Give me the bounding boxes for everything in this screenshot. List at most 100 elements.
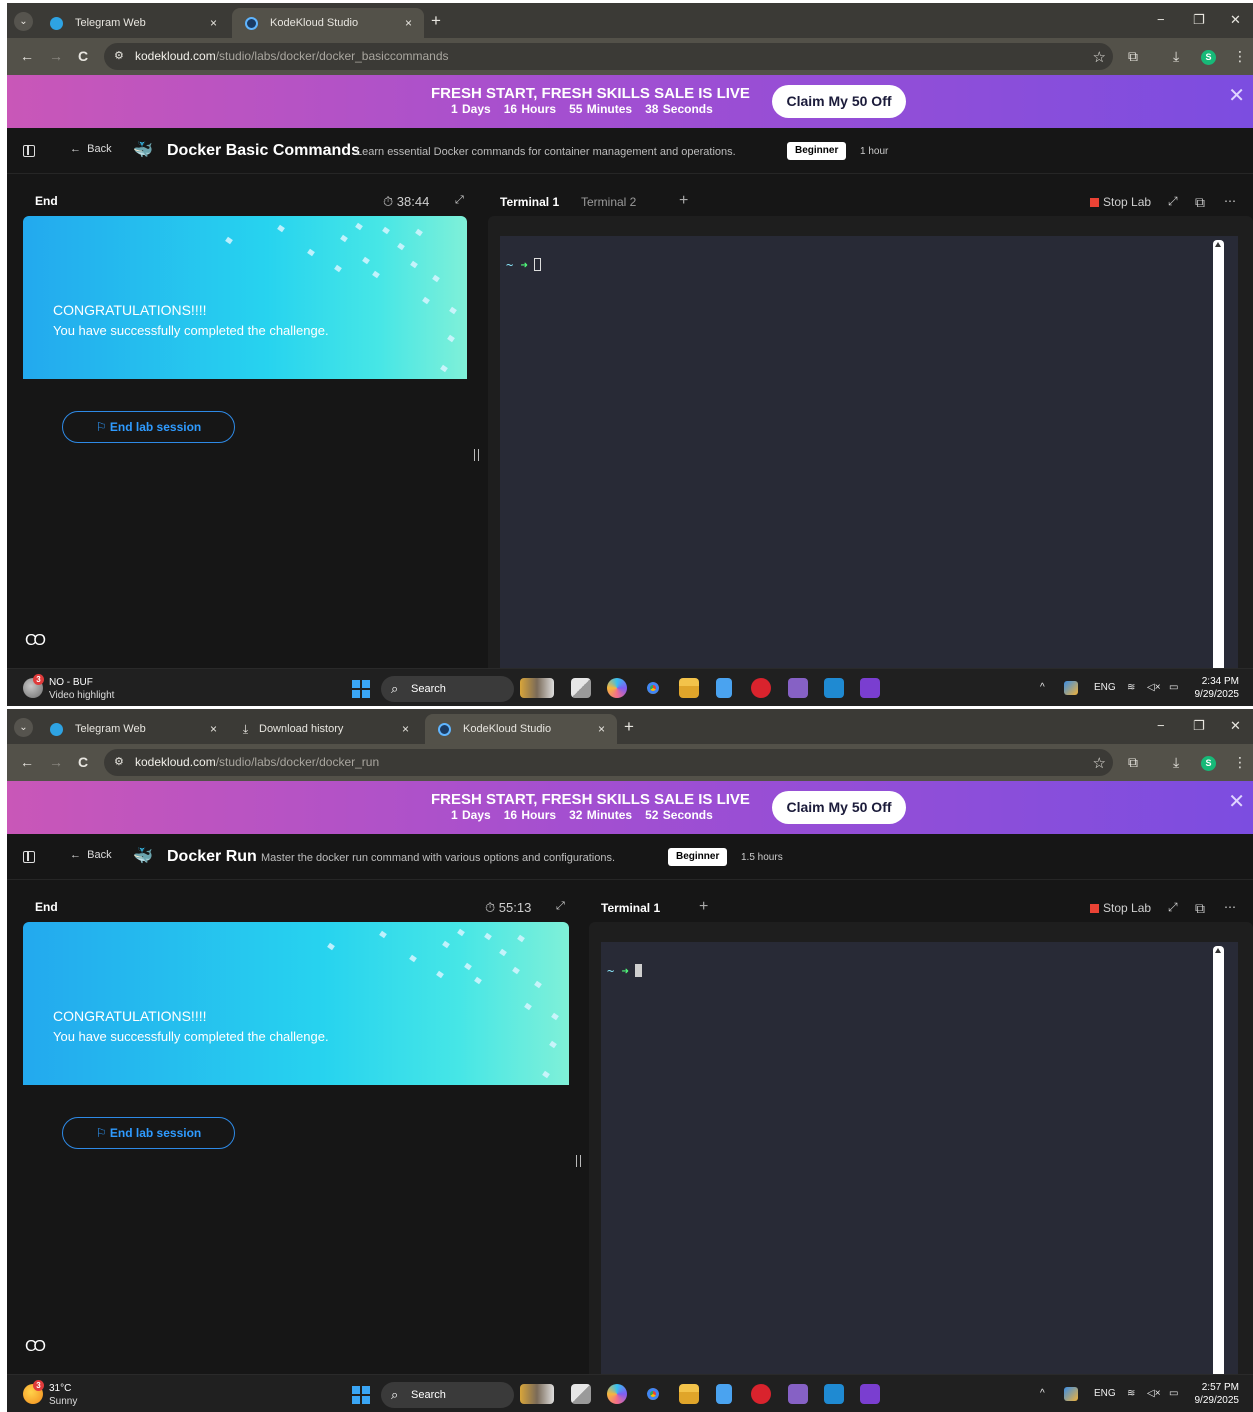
vscode-icon[interactable] [824, 678, 844, 698]
terminal-screen[interactable]: ~ ➜ [601, 942, 1238, 1382]
claim-offer-button[interactable]: Claim My 50 Off [772, 791, 906, 824]
captions-icon[interactable]: CO [25, 632, 46, 650]
restore-icon[interactable]: ❐ [1193, 718, 1205, 734]
tab-telegram[interactable]: Telegram Web × [37, 8, 229, 38]
site-settings-icon[interactable]: ⚙ [114, 49, 124, 62]
tray-app-icon[interactable] [1064, 1387, 1078, 1401]
terminal-tab-1[interactable]: Terminal 1 [500, 195, 559, 209]
terminal-scrollbar[interactable] [1213, 240, 1224, 676]
battery-icon[interactable]: ▭ [1169, 682, 1178, 693]
wifi-icon[interactable]: ≋ [1127, 682, 1135, 693]
back-button[interactable]: ← Back [70, 143, 112, 155]
onenote-icon[interactable] [860, 1384, 880, 1404]
back-button[interactable]: ← Back [70, 849, 112, 861]
browser-menu-icon[interactable]: ⋮ [1233, 754, 1247, 771]
notepad-icon[interactable] [716, 1384, 732, 1404]
back-nav-icon[interactable]: ← [20, 48, 34, 64]
tab-download-history[interactable]: ⤓ Download history × [229, 714, 421, 744]
expand-panel-icon[interactable]: ⤢ [455, 194, 464, 207]
windows-start-icon[interactable] [352, 1386, 370, 1404]
sidebar-toggle-icon[interactable] [23, 851, 35, 863]
terminal-scrollbar[interactable] [1213, 946, 1224, 1382]
volume-muted-icon[interactable]: ◁× [1147, 1388, 1161, 1399]
notepad-icon[interactable] [716, 678, 732, 698]
taskbar-date[interactable]: 9/29/2025 [1195, 689, 1240, 700]
close-tab-icon[interactable]: × [402, 714, 409, 744]
close-tab-icon[interactable]: × [598, 714, 605, 744]
close-window-icon[interactable]: ✕ [1230, 12, 1241, 28]
add-terminal-icon[interactable]: + [679, 192, 688, 210]
taskbar-date[interactable]: 9/29/2025 [1195, 1395, 1240, 1406]
windows-start-icon[interactable] [352, 680, 370, 698]
stop-lab-button[interactable]: Stop Lab [1090, 195, 1151, 209]
forward-nav-icon[interactable]: → [49, 754, 63, 770]
tab-kodekloud[interactable]: KodeKloud Studio × [232, 8, 424, 38]
back-nav-icon[interactable]: ← [20, 754, 34, 770]
close-tab-icon[interactable]: × [210, 8, 217, 38]
tray-overflow-icon[interactable]: ^ [1040, 1388, 1045, 1399]
extensions-icon[interactable]: ⧉ [1128, 48, 1138, 65]
reload-icon[interactable]: C [78, 48, 88, 64]
more-options-icon[interactable]: ⋯ [1224, 194, 1236, 208]
minimize-icon[interactable]: − [1157, 12, 1165, 27]
bookmark-star-icon[interactable]: ☆ [1093, 754, 1106, 772]
download-icon[interactable]: ⤓ [1173, 48, 1179, 65]
promo-close-icon[interactable]: ✕ [1228, 83, 1245, 108]
language-indicator[interactable]: ENG [1094, 682, 1116, 693]
task-view-icon[interactable] [571, 678, 591, 698]
language-indicator[interactable]: ENG [1094, 1388, 1116, 1399]
new-tab-icon[interactable]: + [431, 11, 441, 31]
expand-panel-icon[interactable]: ⤢ [556, 900, 565, 913]
chrome-icon[interactable] [643, 678, 663, 698]
volume-muted-icon[interactable]: ◁× [1147, 682, 1161, 693]
copilot-icon[interactable] [607, 1384, 627, 1404]
tab-telegram[interactable]: Telegram Web × [37, 714, 229, 744]
minimize-icon[interactable]: − [1157, 718, 1165, 733]
open-external-icon[interactable]: ⧉ [1195, 900, 1205, 917]
claim-offer-button[interactable]: Claim My 50 Off [772, 85, 906, 118]
file-explorer-icon[interactable] [679, 678, 699, 698]
new-tab-icon[interactable]: + [624, 717, 634, 737]
terminal-screen[interactable]: ~ ➜ [500, 236, 1238, 676]
battery-icon[interactable]: ▭ [1169, 1388, 1178, 1399]
fullscreen-icon[interactable]: ⤢ [1168, 194, 1178, 209]
widgets-app-icon[interactable] [520, 1384, 554, 1404]
add-terminal-icon[interactable]: + [699, 898, 708, 916]
pdf-app-icon[interactable] [751, 678, 771, 698]
close-window-icon[interactable]: ✕ [1230, 718, 1241, 734]
restore-icon[interactable]: ❐ [1193, 12, 1205, 28]
pdf-app-icon[interactable] [751, 1384, 771, 1404]
promo-close-icon[interactable]: ✕ [1228, 789, 1245, 814]
panel-resize-handle[interactable] [576, 1155, 581, 1167]
visual-studio-icon[interactable] [788, 1384, 808, 1404]
bookmark-star-icon[interactable]: ☆ [1093, 48, 1106, 66]
fullscreen-icon[interactable]: ⤢ [1168, 900, 1178, 915]
extensions-icon[interactable]: ⧉ [1128, 754, 1138, 771]
task-view-icon[interactable] [571, 1384, 591, 1404]
taskbar-search[interactable]: ⌕ Search [381, 676, 514, 702]
terminal-tab-1[interactable]: Terminal 1 [601, 901, 660, 915]
profile-avatar[interactable]: S [1201, 756, 1216, 771]
taskbar-time[interactable]: 2:34 PM [1202, 676, 1239, 687]
tray-overflow-icon[interactable]: ^ [1040, 682, 1045, 693]
visual-studio-icon[interactable] [788, 678, 808, 698]
more-options-icon[interactable]: ⋯ [1224, 900, 1236, 914]
forward-nav-icon[interactable]: → [49, 48, 63, 64]
taskbar-time[interactable]: 2:57 PM [1202, 1382, 1239, 1393]
taskbar-search[interactable]: ⌕ Search [381, 1382, 514, 1408]
end-lab-session-button[interactable]: ⚐ End lab session [62, 411, 235, 443]
address-bar[interactable]: ⚙ kodekloud.com/studio/labs/docker/docke… [104, 43, 1113, 70]
terminal-tab-2[interactable]: Terminal 2 [581, 195, 636, 209]
widgets-app-icon[interactable] [520, 678, 554, 698]
onenote-icon[interactable] [860, 678, 880, 698]
download-icon[interactable]: ⤓ [1173, 754, 1179, 771]
open-external-icon[interactable]: ⧉ [1195, 194, 1205, 211]
close-tab-icon[interactable]: × [210, 714, 217, 744]
tray-app-icon[interactable] [1064, 681, 1078, 695]
copilot-icon[interactable] [607, 678, 627, 698]
site-settings-icon[interactable]: ⚙ [114, 755, 124, 768]
sidebar-toggle-icon[interactable] [23, 145, 35, 157]
address-bar[interactable]: ⚙ kodekloud.com/studio/labs/docker/docke… [104, 749, 1113, 776]
profile-avatar[interactable]: S [1201, 50, 1216, 65]
file-explorer-icon[interactable] [679, 1384, 699, 1404]
